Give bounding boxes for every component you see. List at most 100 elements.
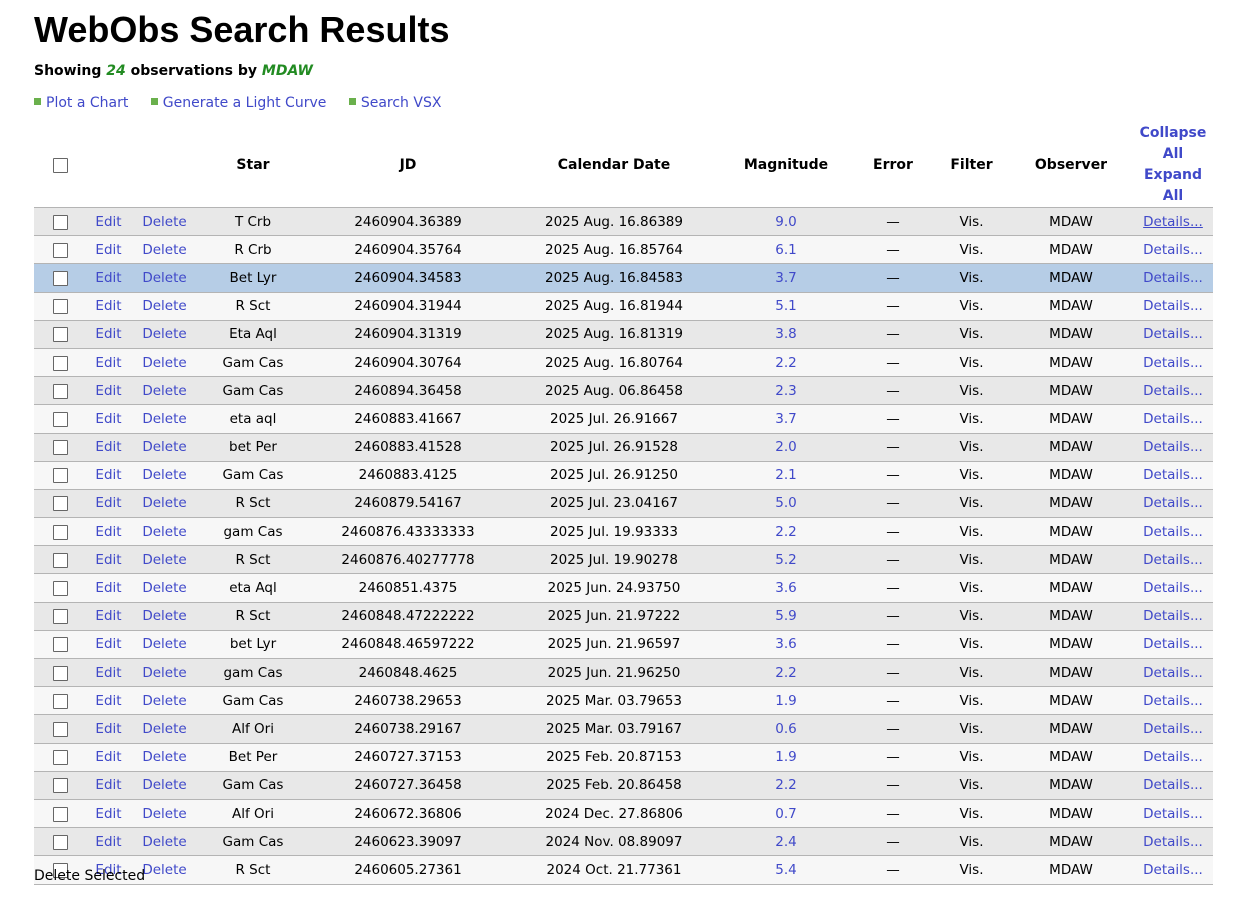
row-checkbox[interactable] xyxy=(52,524,68,540)
row-checkbox[interactable] xyxy=(52,411,68,427)
delete-link[interactable]: Delete xyxy=(142,552,186,568)
row-checkbox[interactable] xyxy=(52,693,68,709)
edit-link[interactable]: Edit xyxy=(95,383,121,399)
edit-link[interactable]: Edit xyxy=(95,693,121,709)
edit-link[interactable]: Edit xyxy=(95,467,121,483)
table-row[interactable]: Edit Delete R Sct 2460848.47222222 2025 Jun.… xyxy=(34,602,1213,631)
details-link[interactable]: Details... xyxy=(1143,270,1203,286)
edit-link[interactable]: Edit xyxy=(95,777,121,793)
delete-link[interactable]: Delete xyxy=(142,355,186,371)
header-magnitude[interactable]: Magnitude xyxy=(720,123,852,208)
delete-link[interactable]: Delete xyxy=(142,242,186,258)
edit-link[interactable]: Edit xyxy=(95,214,121,230)
delete-link[interactable]: Delete xyxy=(142,721,186,737)
table-row[interactable]: Edit Delete R Crb 2460904.35764 2025 Aug. 16… xyxy=(34,235,1213,265)
table-row[interactable]: Edit Delete eta aql 2460883.41667 2025 Jul. … xyxy=(34,404,1213,434)
details-link[interactable]: Details... xyxy=(1143,214,1203,230)
delete-link[interactable]: Delete xyxy=(142,298,186,314)
details-link[interactable]: Details... xyxy=(1143,834,1203,850)
edit-link[interactable]: Edit xyxy=(95,298,121,314)
table-row[interactable]: Edit Delete Alf Ori 2460672.36806 2024 Dec. … xyxy=(34,799,1213,829)
details-link[interactable]: Details... xyxy=(1143,749,1203,765)
edit-link[interactable]: Edit xyxy=(95,270,121,286)
details-link[interactable]: Details... xyxy=(1143,806,1203,822)
row-checkbox[interactable] xyxy=(52,327,68,343)
edit-link[interactable]: Edit xyxy=(95,242,121,258)
row-checkbox[interactable] xyxy=(52,581,68,597)
edit-link[interactable]: Edit xyxy=(95,608,121,624)
details-link[interactable]: Details... xyxy=(1143,298,1203,314)
delete-link[interactable]: Delete xyxy=(142,806,186,822)
edit-link[interactable]: Edit xyxy=(95,636,121,652)
edit-link[interactable]: Edit xyxy=(95,326,121,342)
table-row[interactable]: Edit Delete R Sct 2460876.40277778 2025 Jul.… xyxy=(34,545,1213,575)
table-row[interactable]: Edit Delete bet Lyr 2460848.46597222 2025 Ju… xyxy=(34,630,1213,660)
edit-link[interactable]: Edit xyxy=(95,411,121,427)
header-filter[interactable]: Filter xyxy=(934,123,1009,208)
row-checkbox[interactable] xyxy=(52,270,68,286)
details-link[interactable]: Details... xyxy=(1143,608,1203,624)
details-link[interactable]: Details... xyxy=(1143,665,1203,681)
table-row[interactable]: Edit Delete R Sct 2460879.54167 2025 Jul. 23… xyxy=(34,489,1213,519)
delete-selected-button[interactable]: Delete Selected xyxy=(34,868,145,884)
delete-link[interactable]: Delete xyxy=(142,749,186,765)
edit-link[interactable]: Edit xyxy=(95,806,121,822)
details-link[interactable]: Details... xyxy=(1143,580,1203,596)
table-row[interactable]: Edit Delete gam Cas 2460876.43333333 2025 Ju… xyxy=(34,517,1213,547)
details-link[interactable]: Details... xyxy=(1143,777,1203,793)
table-row[interactable]: Edit Delete Gam Cas 2460904.30764 2025 Aug. … xyxy=(34,348,1213,378)
details-link[interactable]: Details... xyxy=(1143,524,1203,540)
row-checkbox[interactable] xyxy=(52,834,68,850)
delete-link[interactable]: Delete xyxy=(142,524,186,540)
row-checkbox[interactable] xyxy=(52,750,68,766)
row-checkbox[interactable] xyxy=(52,496,68,512)
edit-link[interactable]: Edit xyxy=(95,439,121,455)
details-link[interactable]: Details... xyxy=(1143,467,1203,483)
delete-link[interactable]: Delete xyxy=(142,214,186,230)
plot-chart-link[interactable]: Plot a Chart xyxy=(34,95,128,111)
select-all-checkbox[interactable] xyxy=(52,158,68,173)
header-jd[interactable]: JD xyxy=(308,123,508,208)
row-checkbox[interactable] xyxy=(52,214,68,230)
details-link[interactable]: Details... xyxy=(1143,862,1203,878)
collapse-expand-all[interactable]: Collapse All Expand All xyxy=(1133,123,1213,208)
row-checkbox[interactable] xyxy=(52,383,68,399)
details-link[interactable]: Details... xyxy=(1143,552,1203,568)
edit-link[interactable]: Edit xyxy=(95,749,121,765)
details-link[interactable]: Details... xyxy=(1143,495,1203,511)
row-checkbox[interactable] xyxy=(52,440,68,456)
details-link[interactable]: Details... xyxy=(1143,636,1203,652)
delete-link[interactable]: Delete xyxy=(142,608,186,624)
row-checkbox[interactable] xyxy=(52,468,68,484)
table-row[interactable]: Edit Delete Gam Cas 2460623.39097 2024 Nov. … xyxy=(34,827,1213,857)
row-checkbox[interactable] xyxy=(52,242,68,258)
generate-light-curve-link[interactable]: Generate a Light Curve xyxy=(150,95,326,111)
delete-link[interactable]: Delete xyxy=(142,693,186,709)
delete-link[interactable]: Delete xyxy=(142,383,186,399)
row-checkbox[interactable] xyxy=(52,299,68,315)
delete-link[interactable]: Delete xyxy=(142,467,186,483)
delete-link[interactable]: Delete xyxy=(142,326,186,342)
table-row[interactable]: Edit Delete eta Aql 2460851.4375 2025 Jun. 2… xyxy=(34,573,1213,603)
header-observer[interactable]: Observer xyxy=(1009,123,1133,208)
delete-link[interactable]: Delete xyxy=(142,439,186,455)
row-checkbox[interactable] xyxy=(52,778,68,794)
details-link[interactable]: Details... xyxy=(1143,693,1203,709)
delete-link[interactable]: Delete xyxy=(142,580,186,596)
table-row[interactable]: Edit Delete Eta Aql 2460904.31319 2025 Aug. … xyxy=(34,320,1213,349)
table-row[interactable]: Edit Delete Gam Cas 2460883.4125 2025 Jul. 2… xyxy=(34,461,1213,490)
edit-link[interactable]: Edit xyxy=(95,834,121,850)
header-calendar-date[interactable]: Calendar Date xyxy=(508,123,720,208)
table-row[interactable]: Edit Delete Bet Lyr 2460904.34583 2025 Aug. … xyxy=(34,263,1213,293)
edit-link[interactable]: Edit xyxy=(95,495,121,511)
row-checkbox[interactable] xyxy=(52,355,68,371)
details-link[interactable]: Details... xyxy=(1143,439,1203,455)
row-checkbox[interactable] xyxy=(52,609,68,625)
details-link[interactable]: Details... xyxy=(1143,411,1203,427)
header-star[interactable]: Star xyxy=(198,123,308,208)
edit-link[interactable]: Edit xyxy=(95,524,121,540)
row-checkbox[interactable] xyxy=(52,665,68,681)
delete-link[interactable]: Delete xyxy=(142,862,186,878)
table-row[interactable]: Edit Delete R Sct 2460904.31944 2025 Aug. 16… xyxy=(34,292,1213,321)
details-link[interactable]: Details... xyxy=(1143,242,1203,258)
